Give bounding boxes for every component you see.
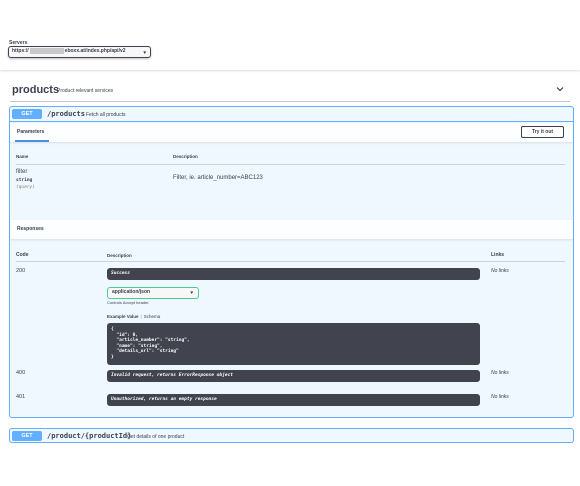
response-description: Success: [107, 268, 480, 280]
try-it-out-button[interactable]: Try it out: [521, 126, 564, 138]
redacted-mask: [29, 47, 64, 54]
method-badge: GET: [12, 431, 42, 441]
response-col-code: Code: [16, 252, 29, 258]
param-col-description: Description: [173, 154, 198, 159]
tab-separator: |: [140, 314, 142, 319]
responses-title: Responses: [17, 226, 44, 232]
operation-path: /products: [47, 110, 85, 118]
server-url-prefix: https://: [12, 48, 29, 54]
response-links: No links: [491, 370, 509, 376]
method-badge: GET: [12, 109, 42, 119]
response-code: 200: [16, 268, 26, 274]
servers-select[interactable]: https:// eboxx.at/index.php/api/v2 ▾: [8, 46, 151, 58]
example-tabs: Example Value | Schema: [107, 314, 160, 319]
server-url-suffix: eboxx.at/index.php/api/v2: [64, 48, 126, 54]
response-code: 401: [16, 394, 26, 400]
tag-name: products: [12, 84, 60, 96]
tag-description: Product relevant services: [57, 88, 114, 94]
operation-summary: Get details of one product: [127, 434, 185, 440]
select-caret-icon: ▾: [143, 50, 146, 56]
tab-schema[interactable]: Schema: [144, 314, 161, 319]
response-code: 400: [16, 370, 26, 376]
opblock-get-product-detail: GET /product/{productId} Get details of …: [9, 428, 574, 443]
response-description: Unauthorized, returns an empty response: [107, 394, 480, 406]
operation-summary: Fetch all products: [86, 112, 126, 118]
param-description: Filter, ie. article_number=ABC123: [173, 175, 263, 181]
servers-section: Servers https://eboxx.at/index.php/api/v…: [0, 0, 580, 70]
responses-header: Responses: [10, 220, 573, 239]
opblock-summary[interactable]: GET /product/{productId} Get details of …: [10, 429, 573, 444]
opblock-summary[interactable]: GET /products Fetch all products: [10, 107, 573, 122]
response-col-links: Links: [491, 252, 505, 258]
parameters-header: Parameters Try it out: [10, 123, 573, 142]
param-location: (query): [16, 185, 35, 190]
response-links: No links: [491, 394, 509, 400]
operation-path: /product/{productId}: [47, 432, 132, 440]
parameters-tab[interactable]: Parameters: [17, 129, 44, 135]
parameters-tab-underline: [15, 140, 49, 142]
param-type: string: [16, 178, 33, 183]
response-col-description: Description: [107, 253, 132, 258]
response-links: No links: [491, 268, 509, 274]
param-header-divider: [16, 164, 565, 165]
media-type-value: application/json: [112, 289, 151, 295]
response-header-divider: [16, 261, 565, 262]
select-caret-icon: ▾: [190, 290, 193, 296]
response-description: Invalid request, returns ErrorResponse o…: [107, 370, 480, 382]
tab-example-value[interactable]: Example Value: [107, 314, 139, 319]
chevron-down-icon[interactable]: [554, 83, 566, 95]
tag-header-products[interactable]: products Product relevant services: [10, 80, 570, 102]
media-type-note: Controls Accept header.: [107, 300, 150, 305]
param-col-name: Name: [16, 154, 29, 159]
param-name: filter: [16, 169, 28, 175]
media-type-select[interactable]: application/json ▾: [107, 287, 199, 299]
example-code-block: { "id": 0, "article_number": "string", "…: [107, 323, 480, 365]
